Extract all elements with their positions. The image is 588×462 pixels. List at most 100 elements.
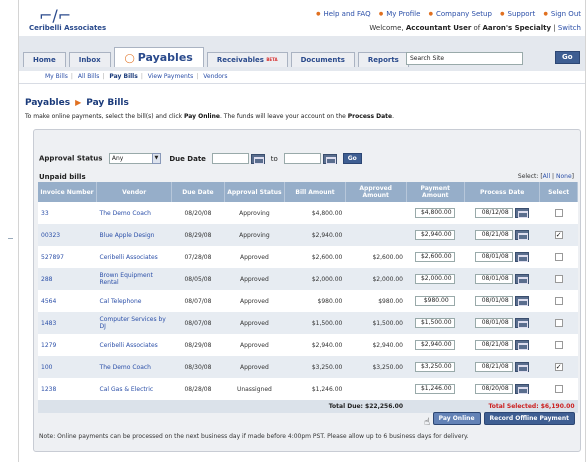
tab-payables-label: Payables	[137, 51, 193, 64]
invoice-number-link[interactable]: 4564	[38, 290, 97, 312]
calendar-icon[interactable]	[515, 384, 530, 394]
select-checkbox[interactable]	[554, 319, 563, 327]
edge-marker	[8, 238, 13, 239]
payment-amount-input[interactable]: $2,000.00	[415, 274, 456, 284]
vendor-link[interactable]: The Demo Coach	[97, 202, 172, 224]
payment-amount-input[interactable]: $3,250.00	[415, 362, 456, 372]
process-date-input[interactable]: 08/21/08	[475, 362, 514, 372]
invoice-number-link[interactable]: 1238	[38, 378, 97, 400]
select-checkbox[interactable]	[554, 209, 563, 217]
tab-home[interactable]: Home	[23, 52, 66, 67]
vendor-link[interactable]: Ceribelli Associates	[97, 334, 172, 356]
col-due-date[interactable]: Due Date	[171, 182, 225, 202]
filter-go-button[interactable]: Go	[342, 153, 362, 164]
select-checkbox[interactable]	[554, 341, 563, 349]
calendar-icon[interactable]	[323, 153, 338, 164]
calendar-icon[interactable]	[515, 274, 530, 284]
company-logo[interactable]: ⌐/⌐ Ceribelli Associates	[29, 8, 106, 33]
select-checkbox[interactable]	[554, 253, 563, 261]
calendar-icon[interactable]	[515, 208, 530, 218]
tab-receivables[interactable]: Receivables BETA	[206, 52, 288, 67]
payment-amount-input[interactable]: $1,246.00	[415, 384, 456, 394]
select-checkbox[interactable]	[554, 385, 563, 393]
calendar-icon[interactable]	[515, 318, 530, 328]
select-checkbox[interactable]: ✓	[554, 231, 563, 239]
approval-status-select[interactable]: Any ▼	[108, 153, 161, 164]
table-row: 1238 Cal Gas & Electric 08/28/08 Unassigned…	[38, 378, 578, 400]
sign-out-link[interactable]: Sign Out	[543, 10, 581, 18]
process-date-cell: 08/01/08	[465, 268, 540, 290]
vendor-link[interactable]: Computer Services by DJ	[97, 312, 172, 334]
calendar-icon[interactable]	[251, 153, 266, 164]
invoice-number-link[interactable]: 100	[38, 356, 97, 378]
chevron-down-icon[interactable]: ▼	[151, 153, 161, 164]
switch-company-link[interactable]: Switch	[558, 24, 581, 32]
due-date-to-input[interactable]	[284, 153, 322, 164]
select-checkbox[interactable]: ✓	[554, 363, 563, 371]
col-approval-status[interactable]: Approval Status	[224, 182, 286, 202]
vendor-link[interactable]: Cal Telephone	[97, 290, 172, 312]
search-input[interactable]: Search Site	[406, 52, 523, 65]
vendor-link[interactable]: Ceribelli Associates	[97, 246, 172, 268]
process-date-input[interactable]: 08/01/08	[475, 274, 514, 284]
col-invoice-number[interactable]: Invoice Number	[38, 182, 98, 202]
vendor-link[interactable]: Blue Apple Design	[97, 224, 172, 246]
process-date-input[interactable]: 08/20/08	[475, 384, 514, 394]
subnav-pay-bills[interactable]: Pay Bills	[109, 73, 137, 80]
process-date-input[interactable]: 08/12/08	[475, 208, 514, 218]
invoice-number-link[interactable]: 00323	[38, 224, 97, 246]
table-row: 33 The Demo Coach 08/20/08 Approving $4,800.…	[38, 202, 578, 224]
select-all-link[interactable]: All	[543, 173, 550, 180]
payment-amount-input[interactable]: $980.00	[415, 296, 456, 306]
process-date-input[interactable]: 08/21/08	[475, 230, 514, 240]
my-profile-link[interactable]: My Profile	[379, 10, 421, 18]
tab-payables[interactable]: ◯ Payables	[113, 47, 204, 67]
payment-amount-input[interactable]: $1,500.00	[415, 318, 456, 328]
vendor-link[interactable]: Cal Gas & Electric	[97, 378, 172, 400]
support-link[interactable]: Support	[500, 10, 535, 18]
process-date-input[interactable]: 08/01/08	[475, 252, 514, 262]
invoice-number-link[interactable]: 1279	[38, 334, 97, 356]
col-process-date[interactable]: Process Date	[464, 182, 541, 202]
select-checkbox[interactable]	[554, 297, 563, 305]
calendar-icon[interactable]	[515, 252, 530, 262]
payment-amount-input[interactable]: $2,600.00	[415, 252, 456, 262]
breadcrumb-section[interactable]: Payables	[25, 98, 70, 108]
calendar-icon[interactable]	[515, 296, 530, 306]
subnav-vendors[interactable]: Vendors	[203, 73, 227, 80]
due-date-from-input[interactable]	[212, 153, 250, 164]
process-date-input[interactable]: 08/21/08	[475, 340, 514, 350]
subnav-my-bills[interactable]: My Bills	[45, 73, 68, 80]
select-none-link[interactable]: None	[556, 173, 572, 180]
select-checkbox[interactable]	[554, 275, 563, 283]
payment-amount-input[interactable]: $2,940.00	[415, 230, 456, 240]
process-date-input[interactable]: 08/01/08	[475, 318, 514, 328]
calendar-icon[interactable]	[515, 230, 530, 240]
invoice-number-link[interactable]: 288	[38, 268, 97, 290]
subnav-view-payments[interactable]: View Payments	[148, 73, 194, 80]
calendar-icon[interactable]	[515, 362, 530, 372]
search-go-button[interactable]: Go	[555, 51, 580, 64]
invoice-number-link[interactable]: 527897	[38, 246, 97, 268]
vendor-link[interactable]: The Demo Coach	[97, 356, 172, 378]
calendar-icon[interactable]	[515, 340, 530, 350]
tab-documents[interactable]: Documents	[290, 52, 355, 67]
invoice-number-link[interactable]: 33	[38, 202, 97, 224]
tab-inbox[interactable]: Inbox	[68, 52, 111, 67]
tab-reports[interactable]: Reports	[357, 52, 409, 67]
col-vendor[interactable]: Vendor	[96, 182, 173, 202]
pay-online-button[interactable]: Pay Online	[432, 412, 481, 425]
record-offline-payment-button[interactable]: Record Offline Payment	[483, 412, 575, 425]
col-bill-amount[interactable]: Bill Amount	[284, 182, 346, 202]
vendor-link[interactable]: Brown Equipment Rental	[97, 268, 172, 290]
payment-amount-input[interactable]: $2,940.00	[415, 340, 456, 350]
select-cell	[540, 246, 578, 268]
company-setup-link[interactable]: Company Setup	[429, 10, 492, 18]
payment-amount-input[interactable]: $4,800.00	[415, 208, 456, 218]
col-approved-amount[interactable]: Approved Amount	[345, 182, 407, 202]
process-date-input[interactable]: 08/01/08	[475, 296, 514, 306]
subnav-all-bills[interactable]: All Bills	[78, 73, 100, 80]
help-faq-link[interactable]: Help and FAQ	[316, 10, 371, 18]
approval-status-cell: Approved	[240, 363, 269, 371]
invoice-number-link[interactable]: 1483	[38, 312, 97, 334]
